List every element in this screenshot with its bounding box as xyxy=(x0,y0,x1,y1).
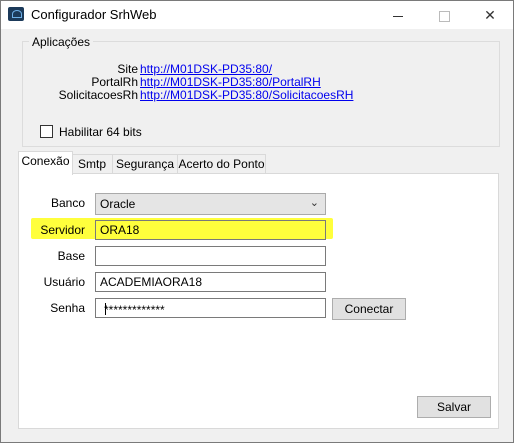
app-link-site[interactable]: http://M01DSK-PD35:80/ xyxy=(140,62,272,76)
tab-acerto-do-ponto[interactable]: Acerto do Ponto xyxy=(177,154,266,174)
minimize-icon xyxy=(393,15,403,17)
base-label: Base xyxy=(57,249,85,263)
tab-seguranca[interactable]: Segurança xyxy=(112,154,178,174)
app-label-solicitacoesrh: SolicitacoesRh xyxy=(58,88,138,102)
base-input[interactable] xyxy=(95,246,326,266)
title-bar[interactable]: Configurador SrhWeb ✕ xyxy=(1,1,513,29)
senha-value: ************* xyxy=(104,303,165,317)
usuario-label: Usuário xyxy=(43,275,85,289)
app-label-site: Site xyxy=(117,62,138,76)
tab-conexao[interactable]: Conexão xyxy=(18,151,73,175)
usuario-input[interactable]: ACADEMIAORA18 xyxy=(95,272,326,292)
banco-value: Oracle xyxy=(100,197,136,211)
salvar-button[interactable]: Salvar xyxy=(417,396,491,418)
servidor-value: ORA18 xyxy=(100,223,140,237)
banco-label: Banco xyxy=(50,196,85,210)
minimize-button[interactable] xyxy=(375,1,421,29)
chevron-down-icon: ⌄ xyxy=(309,197,319,209)
aplicacoes-legend: Aplicações xyxy=(29,35,94,49)
tab-smtp[interactable]: Smtp xyxy=(71,154,113,174)
maximize-button[interactable] xyxy=(421,1,467,29)
banco-select[interactable]: Oracle ⌄ xyxy=(95,193,326,215)
senha-label: Senha xyxy=(50,301,85,315)
senha-input[interactable]: ************* xyxy=(95,298,326,318)
close-button[interactable]: ✕ xyxy=(467,1,513,29)
usuario-value: ACADEMIAORA18 xyxy=(100,275,203,289)
app-icon xyxy=(8,7,24,21)
app-link-portalrh[interactable]: http://M01DSK-PD35:80/PortalRH xyxy=(140,75,321,89)
configurador-window: Configurador SrhWeb ✕ Aplicações Site ht… xyxy=(0,0,514,443)
conectar-button[interactable]: Conectar xyxy=(332,298,406,320)
window-title: Configurador SrhWeb xyxy=(31,7,157,22)
servidor-input[interactable]: ORA18 xyxy=(95,220,326,240)
app-link-solicitacoesrh[interactable]: http://M01DSK-PD35:80/SolicitacoesRH xyxy=(140,88,353,102)
habilitar-64-bits-checkbox[interactable] xyxy=(40,125,53,138)
app-label-portalrh: PortalRh xyxy=(91,75,138,89)
maximize-icon xyxy=(438,10,450,22)
servidor-label: Servidor xyxy=(40,223,85,237)
habilitar-64-bits-label[interactable]: Habilitar 64 bits xyxy=(59,125,142,139)
text-caret xyxy=(105,303,106,315)
